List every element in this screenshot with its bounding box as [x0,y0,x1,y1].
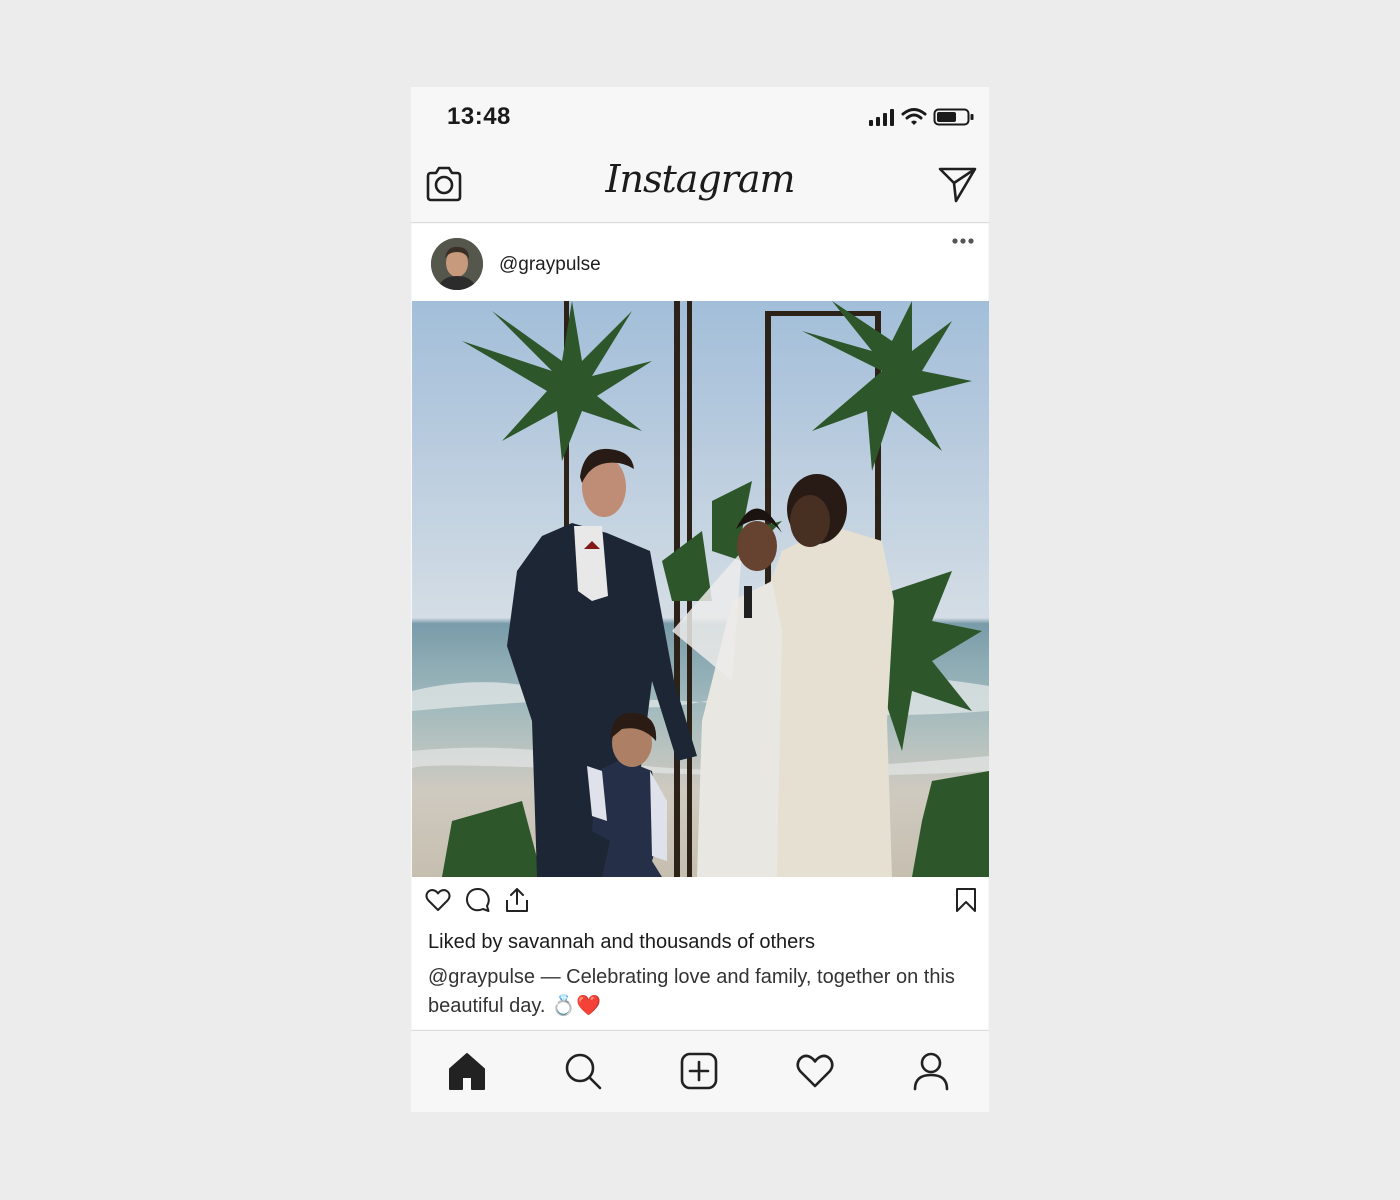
wedding-ceremony-photo[interactable] [412,301,989,877]
likes-text[interactable]: Liked by savannah and thousands of other… [428,931,815,954]
caption-username[interactable]: @graypulse [428,966,535,988]
post-actions [412,877,988,927]
post-header: @graypulse [412,224,988,301]
comment-icon[interactable] [465,887,491,913]
profile-icon[interactable] [911,1051,951,1091]
share-icon[interactable] [504,887,530,913]
search-icon[interactable] [563,1051,603,1091]
post-username[interactable]: @graypulse [499,254,601,276]
bookmark-icon[interactable] [955,887,977,913]
post-card: @graypulse Liked by savannah and thousan… [412,224,989,1029]
activity-icon[interactable] [795,1051,835,1091]
bottom-nav [411,1030,989,1112]
signal-icon [869,109,894,126]
more-options-icon[interactable] [952,236,974,246]
app-header: Instagram [411,147,989,223]
avatar[interactable] [431,238,483,290]
wifi-icon [901,108,927,125]
direct-message-icon[interactable] [938,165,978,208]
new-post-icon[interactable] [679,1051,719,1091]
battery-icon [933,108,974,126]
status-icons [867,107,977,127]
like-icon[interactable] [425,887,451,913]
post-caption: @graypulse — Celebrating love and family… [428,963,968,1021]
status-time: 13:48 [447,103,511,130]
phone-screen: 13:48 Instagram @graypulse Liked by sava… [411,87,989,1112]
instagram-logo: Instagram [605,157,795,201]
home-icon[interactable] [447,1051,487,1091]
status-bar: 13:48 [411,87,989,147]
